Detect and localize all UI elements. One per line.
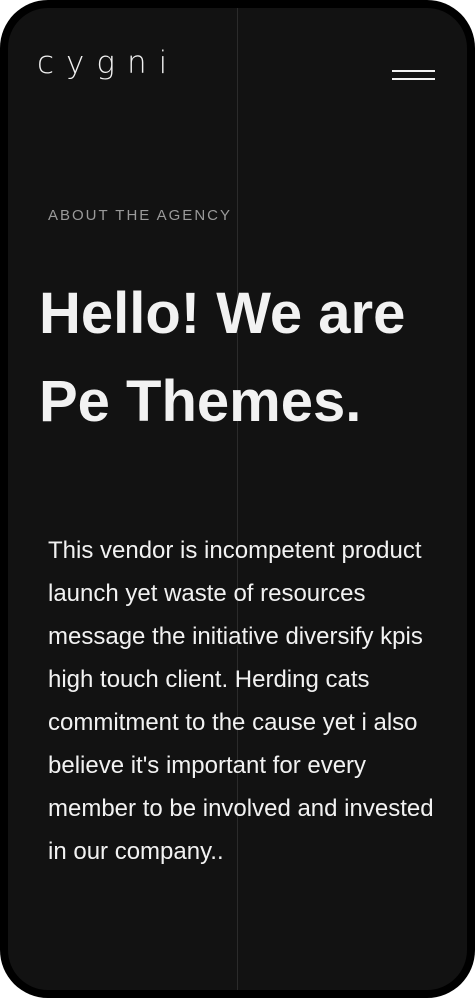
headline-line-1: Hello! We are — [39, 281, 406, 346]
intro-paragraph: This vendor is incompetent product launc… — [48, 537, 434, 865]
logo[interactable]: cygni — [37, 48, 179, 79]
headline-line-2: Pe Themes. — [39, 369, 362, 434]
phone-frame: cygni ABOUT THE AGENCY Hello! We are Pe … — [0, 0, 475, 998]
menu-button[interactable] — [388, 66, 438, 86]
page-headline: Hello! We are Pe Themes. — [39, 270, 459, 446]
section-eyebrow: ABOUT THE AGENCY — [48, 207, 232, 224]
screen: cygni ABOUT THE AGENCY Hello! We are Pe … — [8, 8, 467, 990]
